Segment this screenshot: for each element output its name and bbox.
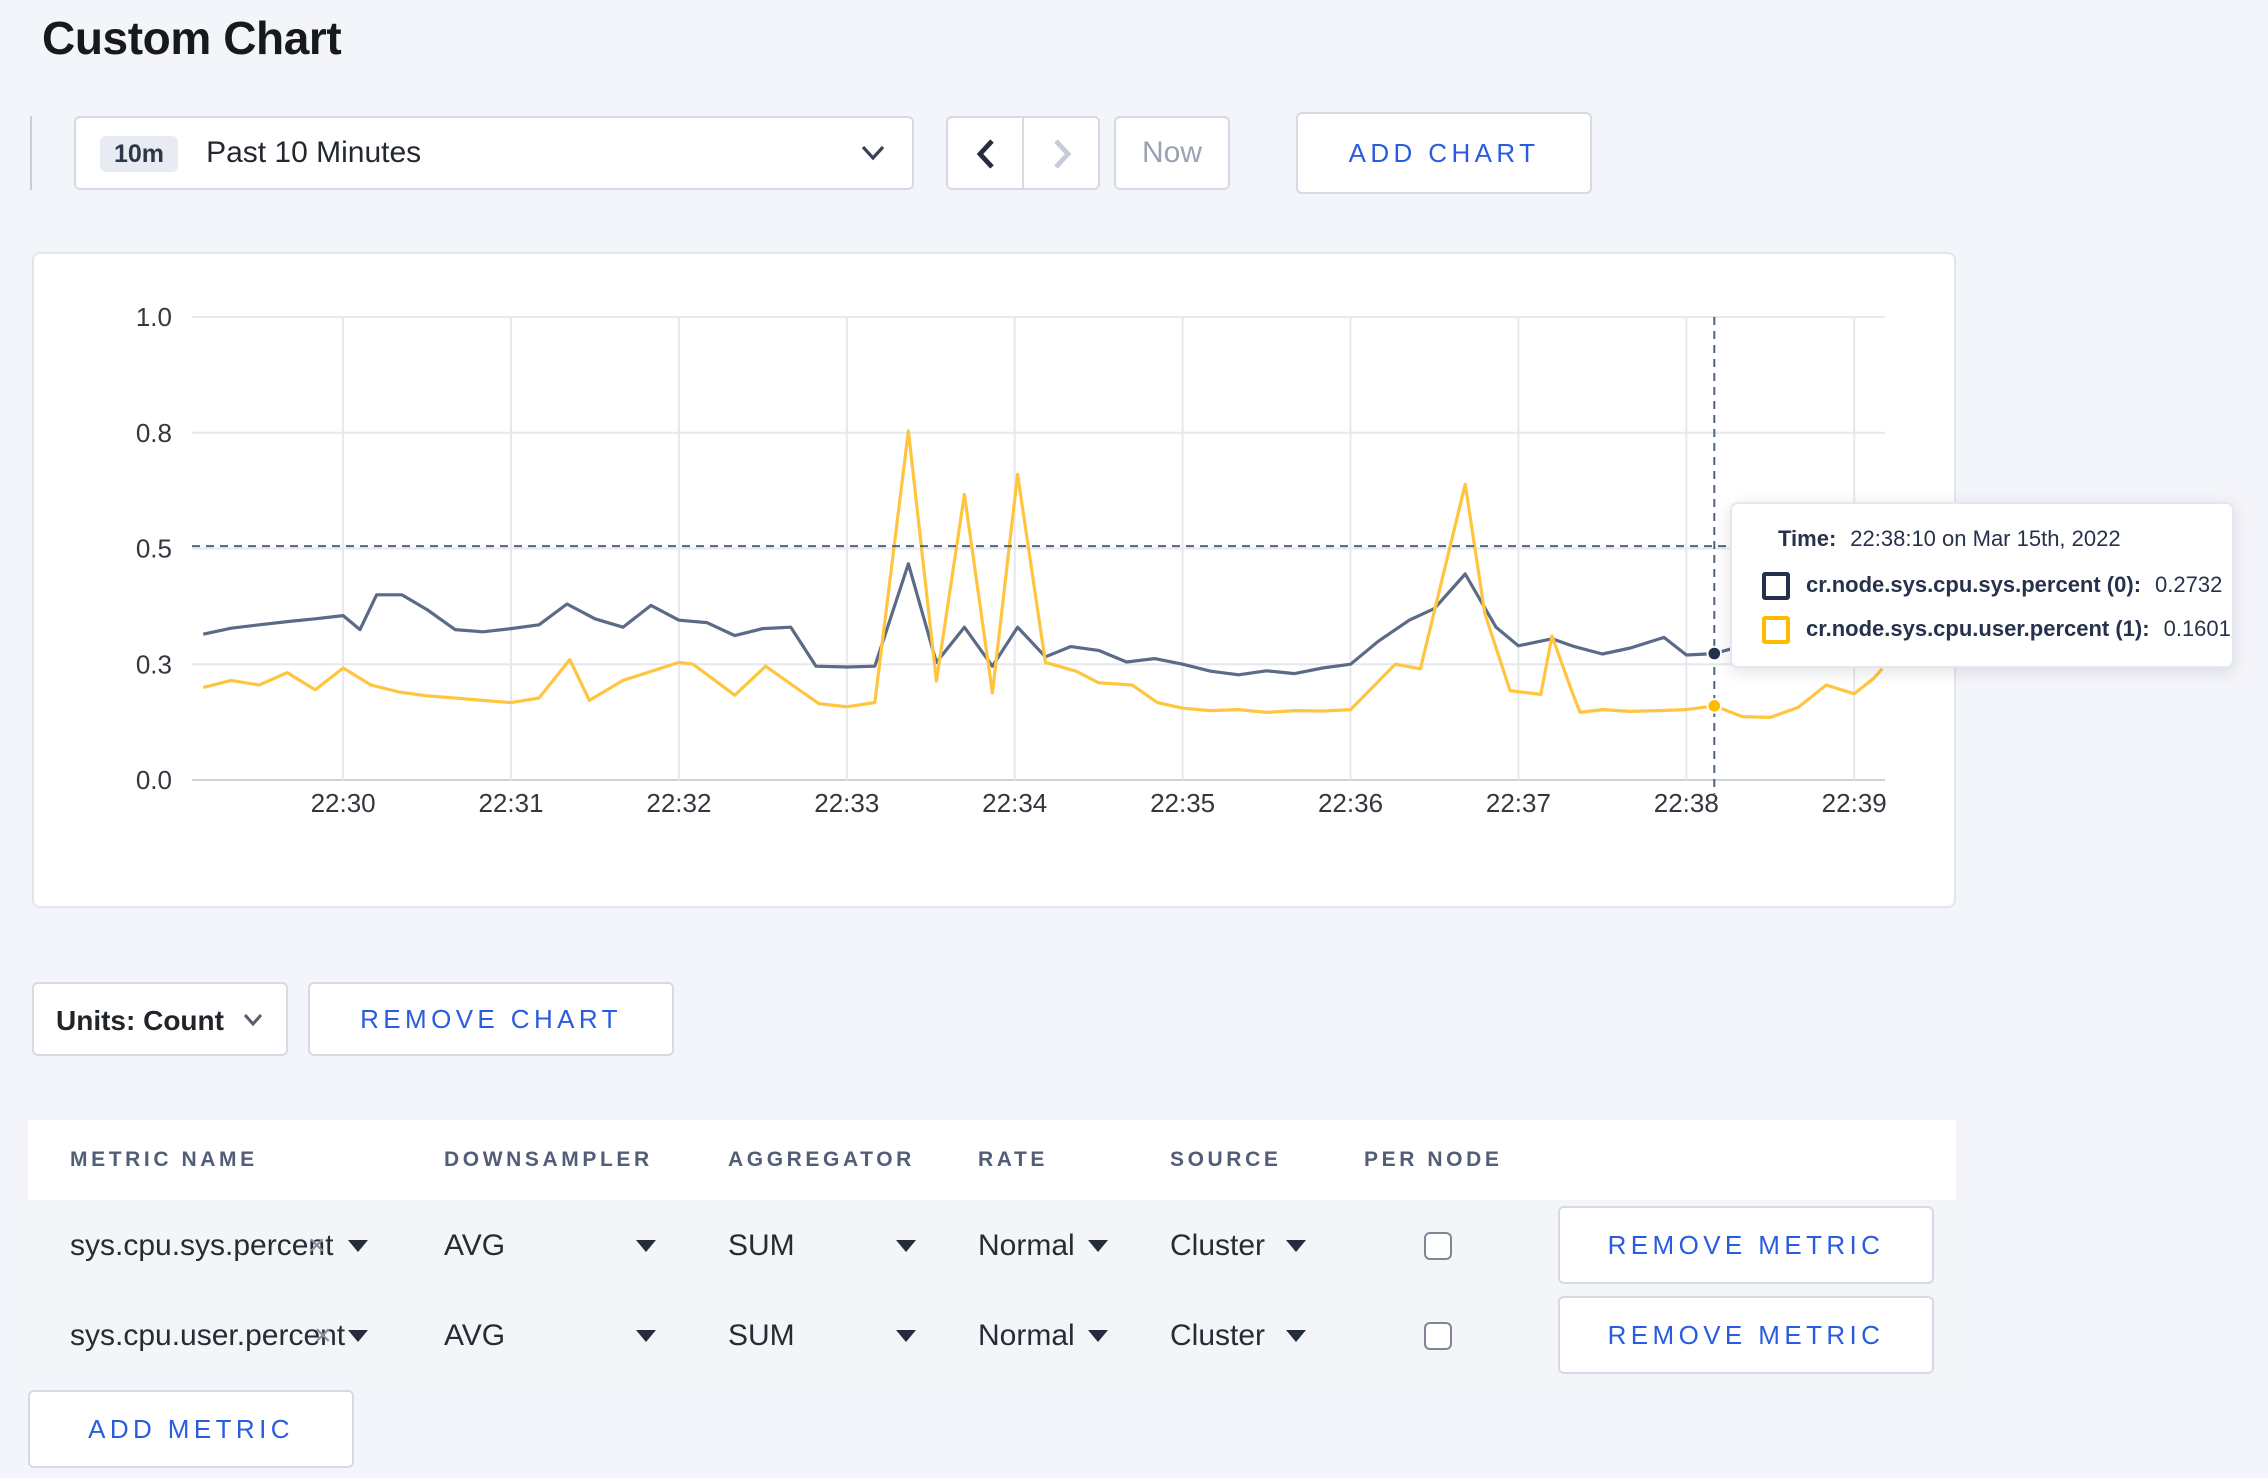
time-window-select[interactable]: 10m Past 10 Minutes	[74, 116, 914, 190]
series-line-1	[202, 429, 1884, 719]
header-metric-name: METRIC NAME	[70, 1148, 258, 1172]
remove-tag-x-icon[interactable]: ×	[314, 1320, 332, 1350]
downsampler-value[interactable]: AVG	[444, 1318, 505, 1352]
metric-name-value[interactable]: sys.cpu.sys.percent	[70, 1228, 333, 1262]
source-caret-icon[interactable]	[1286, 1239, 1306, 1251]
metrics-table-header: METRIC NAME DOWNSAMPLER AGGREGATOR RATE …	[28, 1120, 1956, 1200]
metric-name-caret-icon[interactable]	[348, 1329, 368, 1341]
svg-text:22:30: 22:30	[311, 788, 376, 818]
time-window-label: Past 10 Minutes	[206, 136, 422, 170]
chevron-down-icon	[861, 145, 885, 161]
svg-text:0.8: 0.8	[136, 418, 172, 448]
chart-axis-labels: 0.0 0.3 0.5 0.8 1.0 22:30 22:31 22:32 22:33 22:34…	[136, 302, 1887, 818]
per-node-checkbox[interactable]	[1424, 1231, 1452, 1259]
source-value[interactable]: Cluster	[1170, 1318, 1265, 1352]
metric-name-caret-icon[interactable]	[348, 1239, 368, 1251]
custom-chart-page: Custom Chart 10m Past 10 Minutes Now ADD…	[0, 0, 2268, 1478]
aggregator-value[interactable]: SUM	[728, 1318, 795, 1352]
chart-series	[202, 429, 1884, 719]
header-source: SOURCE	[1170, 1148, 1282, 1172]
remove-metric-button[interactable]: REMOVE METRIC	[1558, 1296, 1934, 1374]
tooltip-series-label: cr.node.sys.cpu.user.percent (1):	[1806, 618, 2150, 642]
remove-metric-button[interactable]: REMOVE METRIC	[1558, 1206, 1934, 1284]
add-chart-button[interactable]: ADD CHART	[1296, 112, 1592, 194]
metrics-table-rows: sys.cpu.sys.percent × AVG SUM Normal Clu…	[28, 1200, 1956, 1380]
cpu-percent-chart-canvas[interactable]: 0.0 0.3 0.5 0.8 1.0 22:30 22:31 22:32 22:33 22:34…	[34, 254, 1958, 910]
svg-text:22:36: 22:36	[1318, 788, 1383, 818]
svg-text:22:35: 22:35	[1150, 788, 1215, 818]
units-select-label: Units: Count	[56, 1003, 224, 1035]
rate-caret-icon[interactable]	[1088, 1329, 1108, 1341]
svg-text:0.5: 0.5	[136, 534, 172, 564]
toolbar-left-divider	[30, 116, 32, 190]
chevron-right-icon	[1053, 138, 1071, 168]
add-metric-button[interactable]: ADD METRIC	[28, 1390, 354, 1468]
time-backward-button[interactable]	[948, 118, 1022, 188]
aggregator-value[interactable]: SUM	[728, 1228, 795, 1262]
series-user-legend-icon	[1762, 616, 1790, 644]
metric-row-sys: sys.cpu.sys.percent × AVG SUM Normal Clu…	[28, 1200, 1956, 1290]
aggregator-caret-icon[interactable]	[896, 1239, 916, 1251]
svg-text:22:32: 22:32	[646, 788, 711, 818]
downsampler-caret-icon[interactable]	[636, 1329, 656, 1341]
svg-text:0.0: 0.0	[136, 765, 172, 795]
svg-text:22:33: 22:33	[814, 788, 879, 818]
header-downsampler: DOWNSAMPLER	[444, 1148, 653, 1172]
source-caret-icon[interactable]	[1286, 1329, 1306, 1341]
rate-value[interactable]: Normal	[978, 1318, 1075, 1352]
tooltip-time-value: 22:38:10 on Mar 15th, 2022	[1850, 528, 2121, 552]
downsampler-caret-icon[interactable]	[636, 1239, 656, 1251]
header-aggregator: AGGREGATOR	[728, 1148, 915, 1172]
tooltip-time-label: Time:	[1778, 528, 1837, 552]
source-value[interactable]: Cluster	[1170, 1228, 1265, 1262]
time-window-badge: 10m	[100, 135, 179, 171]
chevron-left-icon	[975, 138, 993, 168]
svg-text:22:39: 22:39	[1822, 788, 1887, 818]
chevron-down-icon	[243, 1013, 263, 1026]
units-select[interactable]: Units: Count	[32, 982, 288, 1056]
aggregator-caret-icon[interactable]	[896, 1329, 916, 1341]
svg-text:22:31: 22:31	[478, 788, 543, 818]
svg-text:1.0: 1.0	[136, 302, 172, 332]
chart-tooltip: Time: 22:38:10 on Mar 15th, 2022 cr.node…	[1730, 502, 2234, 668]
series-line-0	[202, 562, 1883, 677]
tooltip-series-value: 0.1601	[2163, 618, 2231, 642]
remove-tag-x-icon[interactable]: ×	[308, 1230, 326, 1260]
rate-value[interactable]: Normal	[978, 1228, 1075, 1262]
svg-text:0.3: 0.3	[136, 649, 172, 679]
crosshair-dot-1	[1706, 698, 1723, 714]
crosshair-dot-0	[1706, 645, 1723, 662]
chart-card: 0.0 0.3 0.5 0.8 1.0 22:30 22:31 22:32 22:33 22:34…	[32, 252, 1956, 908]
metric-row-user: sys.cpu.user.percent × AVG SUM Normal Cl…	[28, 1290, 1956, 1380]
svg-text:22:34: 22:34	[982, 788, 1047, 818]
time-forward-button[interactable]	[1022, 118, 1098, 188]
per-node-checkbox[interactable]	[1424, 1321, 1452, 1349]
metrics-table: METRIC NAME DOWNSAMPLER AGGREGATOR RATE …	[28, 1120, 1956, 1380]
header-rate: RATE	[978, 1148, 1049, 1172]
header-per-node: PER NODE	[1364, 1148, 1503, 1172]
svg-text:22:37: 22:37	[1486, 788, 1551, 818]
downsampler-value[interactable]: AVG	[444, 1228, 505, 1262]
series-sys-legend-icon	[1762, 572, 1790, 600]
rate-caret-icon[interactable]	[1088, 1239, 1108, 1251]
svg-text:22:38: 22:38	[1654, 788, 1719, 818]
remove-chart-button[interactable]: REMOVE CHART	[308, 982, 674, 1056]
page-title: Custom Chart	[42, 12, 342, 64]
chart-crosshair	[192, 317, 1885, 794]
now-button[interactable]: Now	[1114, 116, 1230, 190]
tooltip-series-value: 0.2732	[2155, 574, 2223, 598]
time-nav-group	[946, 116, 1100, 190]
metric-name-value[interactable]: sys.cpu.user.percent	[70, 1318, 345, 1352]
tooltip-series-label: cr.node.sys.cpu.sys.percent (0):	[1806, 574, 2142, 598]
